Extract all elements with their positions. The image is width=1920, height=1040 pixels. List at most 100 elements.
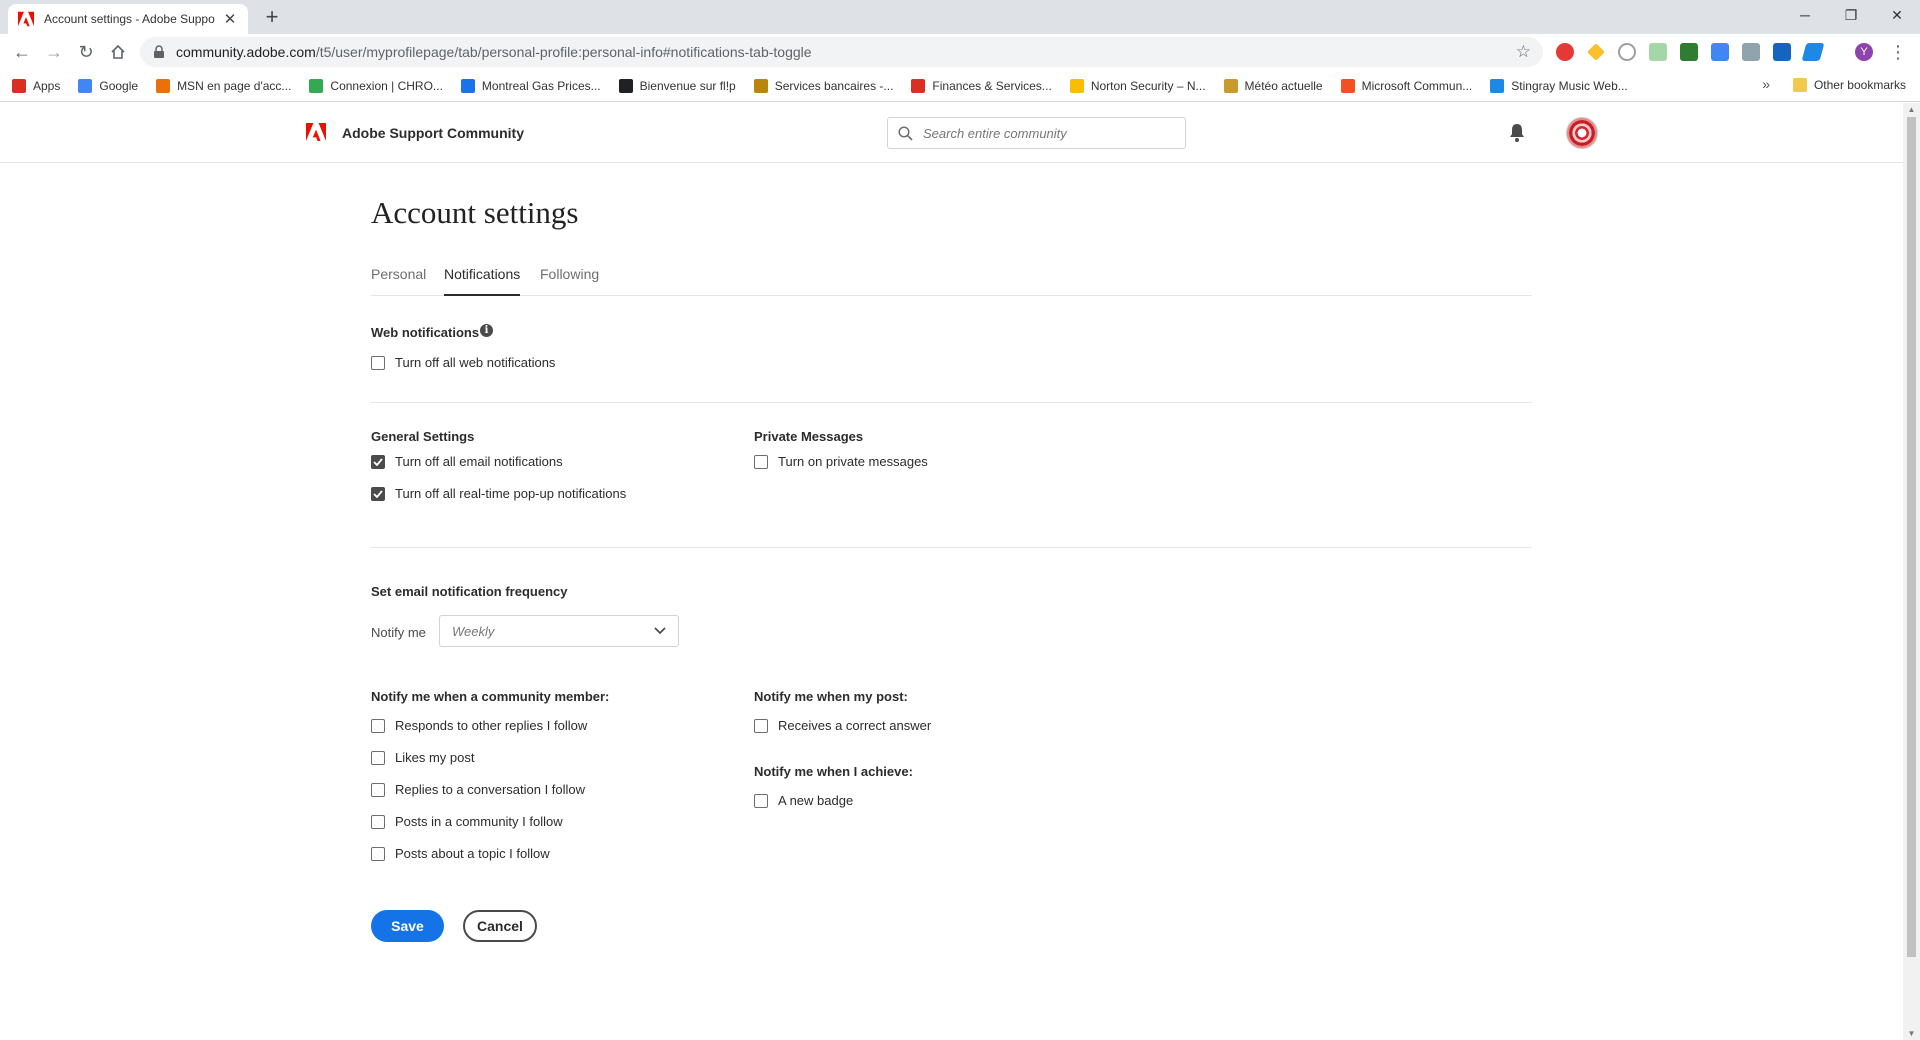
bookmark-item[interactable]: Norton Security – N... [1069, 78, 1206, 93]
tab-notifications[interactable]: Notifications [444, 266, 521, 296]
bookmark-item[interactable]: Météo actuelle [1223, 78, 1323, 93]
checkbox[interactable] [754, 793, 768, 808]
checkbox-label: Turn off all email notifications [395, 454, 563, 469]
checkbox-row[interactable]: Posts in a community I follow [371, 814, 563, 829]
checkmark-icon [373, 489, 383, 498]
tab-following[interactable]: Following [540, 266, 599, 296]
apps-grid-icon [12, 78, 26, 93]
scroll-down-icon[interactable]: ▼ [1907, 1029, 1916, 1038]
checkbox[interactable] [754, 718, 768, 733]
bookmark-item[interactable]: Services bancaires -... [753, 78, 893, 93]
opera-extension-icon[interactable] [1556, 43, 1574, 61]
download-extension-icon[interactable] [1742, 43, 1760, 61]
bookmark-item[interactable]: Bienvenue sur fl!p [618, 78, 736, 93]
checkbox-row[interactable]: Turn off all real-time pop-up notificati… [371, 486, 626, 501]
github-extension-icon[interactable] [1618, 43, 1636, 61]
gasbuddy-icon [460, 78, 475, 93]
checkbox[interactable] [371, 846, 385, 861]
bookmark-item[interactable]: Finances & Services... [911, 78, 1052, 93]
checkbox[interactable] [371, 750, 385, 765]
checkbox[interactable] [371, 454, 385, 469]
bookmark-star-icon[interactable]: ☆ [1516, 42, 1531, 62]
cancel-button[interactable]: Cancel [463, 910, 537, 942]
info-icon[interactable]: i [480, 324, 493, 337]
bookmark-item[interactable]: Google [78, 78, 139, 93]
bookmark-label: Google [99, 78, 139, 93]
adobe-favicon-icon [18, 11, 34, 27]
checkbox-row[interactable]: Turn off all web notifications [371, 355, 555, 370]
browser-tab[interactable]: Account settings - Adobe Suppo ✕ [8, 4, 248, 34]
address-bar[interactable]: community.adobe.com/t5/user/myprofilepag… [140, 37, 1543, 67]
translate-extension-icon[interactable] [1711, 43, 1729, 61]
site-header: Adobe Support Community [0, 103, 1903, 163]
checkbox[interactable] [371, 486, 385, 501]
bookmark-item[interactable]: Apps [12, 78, 61, 93]
tab-title: Account settings - Adobe Suppo [44, 12, 215, 26]
checkbox-row[interactable]: Responds to other replies I follow [371, 718, 587, 733]
shield-extension-icon[interactable] [1773, 43, 1791, 61]
frequency-select[interactable]: Weekly [439, 615, 679, 647]
checkbox[interactable] [754, 454, 768, 469]
bookmark-item[interactable]: MSN en page d'acc... [156, 78, 291, 93]
checkbox-row[interactable]: Likes my post [371, 750, 474, 765]
msn-icon [156, 78, 171, 93]
my-post-title: Notify me when my post: [754, 689, 908, 704]
checkmark-extension-icon[interactable] [1680, 43, 1698, 61]
arrow-extension-icon[interactable] [1649, 43, 1667, 61]
bookmark-label: Apps [33, 78, 61, 93]
divider [371, 547, 1532, 548]
spark-extension-icon[interactable] [1587, 43, 1605, 61]
profile-avatar-icon[interactable]: Y [1855, 43, 1873, 61]
browser-menu-icon[interactable]: ⋮ [1886, 40, 1910, 64]
forward-arrow-icon[interactable]: → [42, 40, 66, 64]
restore-window-icon[interactable]: ❐ [1828, 0, 1874, 30]
site-name[interactable]: Adobe Support Community [342, 125, 524, 141]
more-bookmarks-chevron-icon[interactable]: » [1762, 76, 1770, 92]
checkbox-row[interactable]: Replies to a conversation I follow [371, 782, 585, 797]
achieve-title: Notify me when I achieve: [754, 764, 913, 779]
checkbox[interactable] [371, 355, 385, 370]
checkbox-row[interactable]: Receives a correct answer [754, 718, 931, 733]
google-icon [78, 78, 93, 93]
scroll-up-icon[interactable]: ▲ [1907, 105, 1916, 114]
bookmark-item[interactable]: Connexion | CHRO... [309, 78, 443, 93]
save-button[interactable]: Save [371, 910, 444, 942]
other-bookmarks[interactable]: Other bookmarks [1792, 78, 1906, 92]
scrollbar-thumb[interactable] [1907, 117, 1916, 957]
page-scrollbar[interactable]: ▲ ▼ [1903, 103, 1920, 1040]
checkbox[interactable] [371, 814, 385, 829]
checkbox-label: Receives a correct answer [778, 718, 932, 733]
bookmark-item[interactable]: Microsoft Commun... [1340, 78, 1472, 93]
browser-tab-strip: Account settings - Adobe Suppo ✕ + ─ ❐ ✕ [0, 0, 1920, 34]
frequency-selected-value: Weekly [452, 623, 495, 639]
bookmark-item[interactable]: Stingray Music Web... [1490, 78, 1628, 93]
chevron-down-icon [654, 627, 666, 635]
adobe-logo-icon[interactable] [306, 123, 326, 141]
new-tab-icon[interactable]: + [260, 6, 284, 30]
search-box[interactable] [887, 117, 1186, 149]
weather-icon [1223, 78, 1238, 93]
checkbox-row[interactable]: Turn off all email notifications [371, 454, 563, 469]
home-icon[interactable] [106, 40, 130, 64]
bookmark-item[interactable]: Montreal Gas Prices... [460, 78, 601, 93]
close-tab-icon[interactable]: ✕ [222, 10, 238, 28]
close-window-icon[interactable]: ✕ [1874, 0, 1920, 30]
bell-icon[interactable] [1508, 123, 1526, 143]
tab-personal[interactable]: Personal [371, 266, 426, 296]
checkbox-label: Turn off all web notifications [395, 355, 556, 370]
minimize-window-icon[interactable]: ─ [1782, 0, 1828, 30]
reload-icon[interactable]: ↻ [74, 40, 98, 64]
checkbox[interactable] [371, 718, 385, 733]
microsoft-icon [1340, 78, 1355, 93]
checkbox-row[interactable]: Posts about a topic I follow [371, 846, 550, 861]
lightning-extension-icon[interactable] [1801, 43, 1825, 61]
back-arrow-icon[interactable]: ← [10, 40, 34, 64]
search-input[interactable] [923, 125, 1173, 141]
settings-tabs: Personal Notifications Following [371, 260, 1532, 296]
checkbox[interactable] [371, 782, 385, 797]
stingray-icon [1490, 78, 1505, 93]
browser-toolbar: ← → ↻ community.adobe.com/t5/user/myprof… [0, 34, 1920, 70]
checkbox-row[interactable]: Turn on private messages [754, 454, 928, 469]
user-avatar[interactable] [1566, 117, 1598, 149]
checkbox-row[interactable]: A new badge [754, 793, 853, 808]
